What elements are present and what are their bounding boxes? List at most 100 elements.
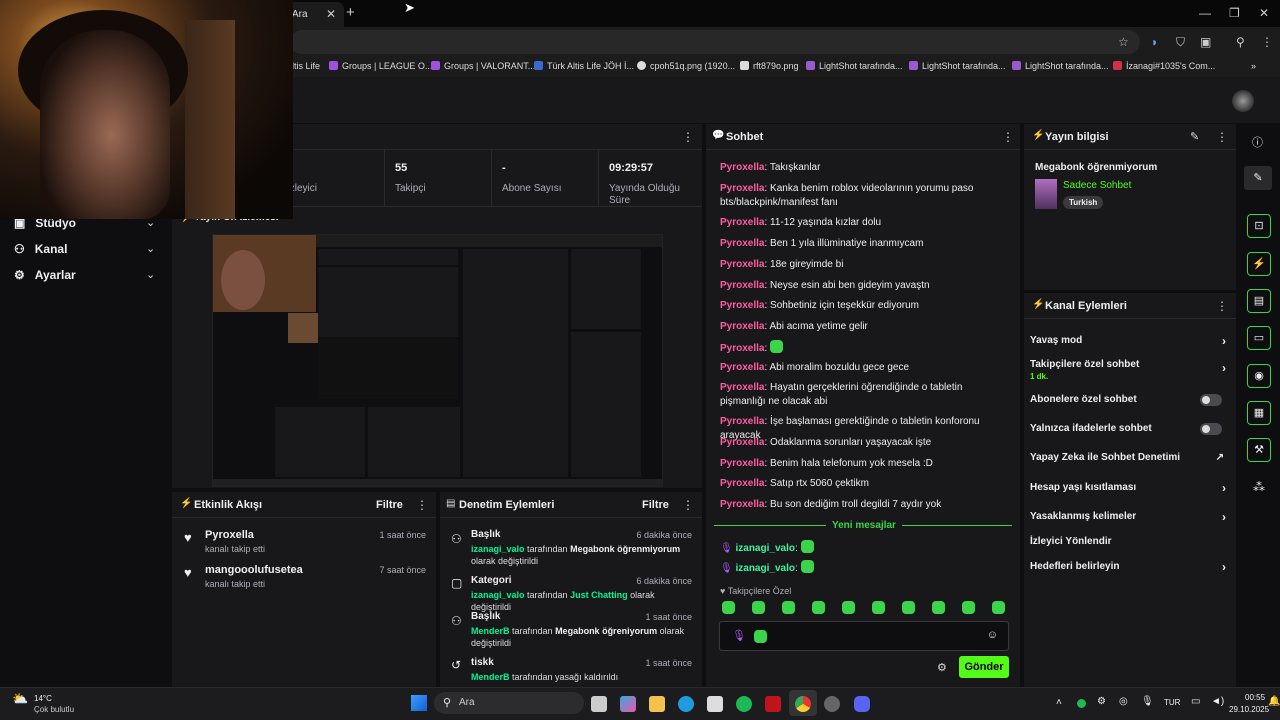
emote-icon[interactable] [752,601,765,614]
more-options-icon[interactable]: ⋮ [416,498,428,512]
document-icon: ▤ [446,498,456,509]
discord-icon[interactable] [854,696,870,712]
bookmark-item[interactable]: cpoh51q.png (1920... [637,61,735,71]
action-set-goals[interactable]: Hedefleri belirleyin › [1030,560,1230,575]
emote-icon[interactable] [932,601,945,614]
category-link[interactable]: Sadece Sohbet [1063,180,1131,191]
emote-icon[interactable] [962,601,975,614]
tray-steam-icon[interactable]: ⚙ [1097,696,1106,707]
shield-icon[interactable]: ⛉ [1176,35,1185,50]
wrench-icon[interactable]: ⚒ [1247,438,1271,462]
filter-button[interactable]: Filtre [376,499,403,511]
more-options-icon[interactable]: ⋮ [1216,299,1228,313]
network-icon[interactable]: ▭ [1191,696,1200,707]
edit-icon[interactable]: ✎ [1244,166,1272,190]
bookmark-item[interactable]: LightShot tarafında... [909,61,1006,71]
more-options-icon[interactable]: ⋮ [1216,130,1228,144]
sidebar-item-settings[interactable]: ⚙ Ayarlar [14,268,76,282]
emote-icon[interactable] [992,601,1005,614]
avatar[interactable] [1232,90,1254,112]
language-indicator[interactable]: TUR [1164,698,1180,707]
action-banned-words[interactable]: Yasaklanmış kelimeler › [1030,510,1230,525]
tag-badge[interactable]: Turkish [1063,196,1104,209]
bookmark-item[interactable]: Groups | VALORANT... [431,61,535,71]
edge-icon[interactable] [678,696,694,712]
emote-icon[interactable] [902,601,915,614]
gear-icon[interactable]: ⚙ [937,661,947,674]
notification-icon[interactable]: 🔔 [1268,696,1280,707]
action-account-age[interactable]: Hesap yaşı kısıtlaması › [1030,481,1230,496]
new-tab-icon[interactable]: + [346,4,355,21]
chevron-up-icon[interactable]: ˄ [1056,697,1062,708]
store-icon[interactable] [707,696,723,712]
more-options-icon[interactable]: ⋮ [682,130,694,144]
action-ai-moderation[interactable]: Yapay Zeka ile Sohbet Denetimi ↗ [1030,452,1230,466]
chevron-down-icon[interactable]: ⌄ [146,268,155,281]
spotify-icon[interactable] [736,696,752,712]
volume-icon[interactable]: ◄) [1211,696,1224,707]
bookmark-item[interactable]: ltis Life [292,61,320,71]
emote-icon[interactable] [812,601,825,614]
emote-icon[interactable] [842,601,855,614]
filter-button[interactable]: Filtre [642,499,669,511]
server-icon[interactable]: ▦ [1247,401,1271,425]
chat-input[interactable]: 🎙 ☺ [719,621,1009,651]
bookmark-item[interactable]: İzanagi#1035's Com... [1113,61,1215,71]
action-slow-mode[interactable]: Yavaş mod › [1030,334,1230,349]
bookmark-item[interactable]: Türk Altis Life JÖH İ... [534,61,634,71]
tab-close-icon[interactable]: ✕ [326,7,336,21]
tray-app-icon[interactable]: ◎ [1119,696,1128,707]
emoji-icon[interactable]: ☺ [987,629,998,641]
bookmark-star-icon[interactable]: ☆ [1118,35,1129,49]
profile-icon[interactable]: ⚲ [1236,35,1245,49]
menu-dots-icon[interactable]: ⋮ [1261,35,1273,49]
more-options-icon[interactable]: ⋮ [682,498,694,512]
action-raid[interactable]: İzleyici Yönlendir [1030,536,1230,550]
more-options-icon[interactable]: ⋮ [1002,130,1014,144]
document-icon[interactable]: ▤ [1247,289,1271,313]
chrome-icon[interactable] [795,696,811,712]
share-icon[interactable]: ⁂ [1253,480,1265,494]
send-button[interactable]: Gönder [959,656,1009,678]
stream-preview[interactable] [212,234,663,487]
edit-icon[interactable]: ✎ [1190,130,1199,143]
file-explorer-icon[interactable] [649,696,665,712]
puzzle-icon[interactable]: ▣ [1200,35,1211,49]
twitch-icon [329,61,338,70]
clip-icon[interactable]: ⊡ [1247,214,1271,238]
more-bookmarks-icon[interactable]: » [1251,61,1256,71]
chevron-down-icon[interactable]: ⌄ [146,242,155,255]
task-view-icon[interactable] [591,696,607,712]
action-followers-only[interactable]: Takipçilere özel sohbet 1 dk. › [1030,359,1230,385]
emote-icon[interactable] [722,601,735,614]
weather-icon[interactable]: ⛅ [12,691,28,707]
bookmark-item[interactable]: LightShot tarafında... [806,61,903,71]
steam-icon[interactable] [824,696,840,712]
action-emote-only[interactable]: Yalnızca ifadelerle sohbet [1030,423,1230,437]
extension-icon[interactable]: ◗ [1151,35,1158,49]
copilot-icon[interactable] [620,696,636,712]
bookmark-item[interactable]: Groups | LEAGUE O... [329,61,432,71]
bookmark-item[interactable]: LightShot tarafında... [1012,61,1109,71]
microphone-icon[interactable]: 🎙 [1141,696,1154,707]
emote-icon[interactable] [872,601,885,614]
minimize-icon[interactable]: — [1199,6,1211,20]
omnibox[interactable] [290,30,1140,54]
bookmark-item[interactable]: rft879o.png [740,61,799,71]
broadcast-icon[interactable]: ◉ [1247,364,1271,388]
emote-icon[interactable] [782,601,795,614]
action-subscribers-only[interactable]: Abonelere özel sohbet [1030,394,1230,408]
chat-message: Pyroxella: Kanka benim roblox videoların… [720,183,974,208]
tray-app-icon[interactable] [1077,699,1086,708]
page-icon [740,61,749,70]
lightning-icon[interactable]: ⚡ [1247,252,1271,276]
netflix-icon[interactable] [765,696,781,712]
info-icon[interactable]: ⓘ [1252,134,1263,150]
sidebar-item-channel[interactable]: ⚇ Kanal [14,242,67,256]
taskbar-search[interactable]: ⚲ Ara [434,692,584,714]
maximize-icon[interactable]: ❐ [1229,6,1240,20]
chat-bubble-icon[interactable]: ▭ [1247,326,1271,350]
close-window-icon[interactable]: ✕ [1259,6,1269,20]
windows-start-icon[interactable] [411,695,427,711]
browser-tab-active[interactable]: Ara ✕ [286,2,344,27]
